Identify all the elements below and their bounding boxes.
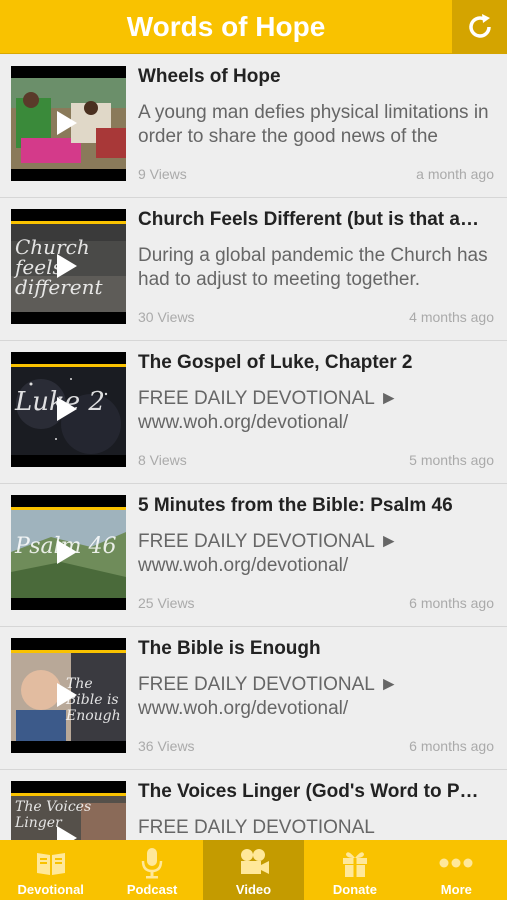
video-description: FREE DAILY DEVOTIONAL ► www.woh.org/devo… — [138, 388, 399, 433]
video-info: 5 Minutes from the Bible: Psalm 46 FREE … — [138, 494, 494, 578]
microphone-icon — [135, 846, 169, 880]
video-meta: 36 Views 6 months ago — [138, 738, 494, 754]
video-list: Wheels of Hope A young man defies physic… — [0, 55, 507, 840]
app: Words of Hope Wheels of Hope A young man… — [0, 0, 507, 900]
ellipsis-icon — [439, 846, 473, 880]
gift-icon — [338, 846, 372, 880]
video-description: FREE DAILY DEVOTIONAL — [138, 817, 375, 838]
view-count: 9 Views — [138, 166, 187, 182]
video-list-item[interactable]: Luke 2 The Gospel of Luke, Chapter 2 FRE… — [0, 341, 507, 484]
video-list-item[interactable]: The Bible is Enough The Bible is Enough … — [0, 627, 507, 770]
bottom-tab-bar: Devotional Podcast Video Donate More — [0, 840, 507, 900]
video-info: The Bible is Enough FREE DAILY DEVOTIONA… — [138, 637, 494, 721]
video-info: Wheels of Hope A young man defies physic… — [138, 65, 494, 149]
video-thumbnail[interactable]: Luke 2 — [11, 352, 126, 467]
view-count: 30 Views — [138, 309, 195, 325]
play-icon — [57, 683, 77, 707]
tab-label: Devotional — [17, 882, 84, 897]
tab-label: Donate — [332, 882, 377, 897]
video-list-item[interactable]: Psalm 46 5 Minutes from the Bible: Psalm… — [0, 484, 507, 627]
view-count: 25 Views — [138, 595, 195, 611]
video-info: The Gospel of Luke, Chapter 2 FREE DAILY… — [138, 351, 494, 435]
thumbnail-accent-bar — [11, 793, 126, 796]
video-description: FREE DAILY DEVOTIONAL ► www.woh.org/devo… — [138, 674, 399, 719]
video-meta: 25 Views 6 months ago — [138, 595, 494, 611]
video-title: The Bible is Enough — [138, 638, 321, 659]
video-info: Church Feels Different (but is that a… D… — [138, 208, 494, 292]
video-thumbnail[interactable]: Psalm 46 — [11, 495, 126, 610]
tab-donate[interactable]: Donate — [304, 840, 405, 900]
video-title: 5 Minutes from the Bible: Psalm 46 — [138, 495, 453, 516]
posted-time: 6 months ago — [409, 738, 494, 754]
video-list-item[interactable]: Church feels different Church Feels Diff… — [0, 198, 507, 341]
play-icon — [57, 111, 77, 135]
tab-label: More — [440, 882, 472, 897]
posted-time: 4 months ago — [409, 309, 494, 325]
refresh-icon — [468, 14, 491, 38]
play-icon — [57, 254, 77, 278]
thumbnail-accent-bar — [11, 221, 126, 224]
video-list-item[interactable]: The Voices Linger The Voices Linger (God… — [0, 770, 507, 840]
video-title: The Voices Linger (God's Word to P… — [138, 781, 479, 802]
refresh-button[interactable] — [452, 0, 507, 54]
thumbnail-accent-bar — [11, 507, 126, 510]
video-list-item[interactable]: Wheels of Hope A young man defies physic… — [0, 55, 507, 198]
view-count: 36 Views — [138, 738, 195, 754]
tab-label: Podcast — [126, 882, 178, 897]
posted-time: 6 months ago — [409, 595, 494, 611]
video-info: The Voices Linger (God's Word to P… FREE… — [138, 780, 494, 840]
thumbnail-accent-bar — [11, 364, 126, 367]
video-description: During a global pandemic the Church has … — [138, 245, 488, 290]
play-icon — [57, 826, 77, 840]
posted-time: a month ago — [416, 166, 494, 182]
posted-time: 5 months ago — [409, 452, 494, 468]
video-camera-icon — [237, 846, 271, 880]
tab-label: Video — [235, 882, 272, 897]
video-title: Wheels of Hope — [138, 66, 281, 87]
video-description: A young man defies physical limitations … — [138, 102, 489, 147]
video-thumbnail[interactable]: The Voices Linger — [11, 781, 126, 840]
header: Words of Hope — [0, 0, 507, 54]
video-meta: 8 Views 5 months ago — [138, 452, 494, 468]
video-title: Church Feels Different (but is that a… — [138, 209, 479, 230]
app-title: Words of Hope — [126, 11, 326, 42]
video-meta: 9 Views a month ago — [138, 166, 494, 182]
tab-video[interactable]: Video — [202, 840, 305, 900]
view-count: 8 Views — [138, 452, 187, 468]
video-description: FREE DAILY DEVOTIONAL ► www.woh.org/devo… — [138, 531, 399, 576]
thumbnail-accent-bar — [11, 650, 126, 653]
video-meta: 30 Views 4 months ago — [138, 309, 494, 325]
video-title: The Gospel of Luke, Chapter 2 — [138, 352, 413, 373]
play-icon — [57, 540, 77, 564]
video-thumbnail[interactable]: The Bible is Enough — [11, 638, 126, 753]
book-icon — [34, 846, 68, 880]
video-thumbnail[interactable]: Church feels different — [11, 209, 126, 324]
tab-podcast[interactable]: Podcast — [101, 840, 202, 900]
video-thumbnail[interactable] — [11, 66, 126, 181]
tab-more[interactable]: More — [406, 840, 507, 900]
tab-devotional[interactable]: Devotional — [0, 840, 101, 900]
play-icon — [57, 397, 77, 421]
